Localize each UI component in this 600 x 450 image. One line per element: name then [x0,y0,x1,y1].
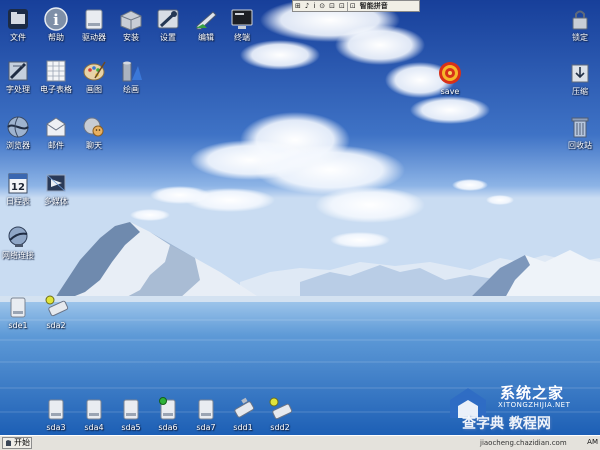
desktop: ⊞ ♪ ⅰ ⊙ ⊡ ⊡ ⊡ 智能拼音 文件 i 帮助 驱动器 安装 设置 编辑 … [0,0,600,450]
desktop-icon-sdd2[interactable]: sdd2 [256,396,304,433]
tray-text: jiaocheng.chazidian.com [480,439,567,447]
drive-icon [86,399,102,420]
desktop-icon-compress[interactable]: 压缩 [556,60,600,97]
icon-label: 多媒体 [44,197,68,206]
save-target-icon [439,62,461,84]
terminal-icon [231,9,253,29]
start-icon [6,440,11,446]
desktop-icon-terminal[interactable]: 终端 [218,6,266,43]
icon-label: 压缩 [572,87,588,96]
icon-label: 聊天 [86,141,102,150]
icon-label: 回收站 [568,141,592,150]
desktop-icon-save[interactable]: save [426,60,474,97]
ime-punct-icon[interactable]: ⊙ [317,1,327,11]
drive-icon [48,399,64,420]
ime-label: 智能拼音 [359,2,388,10]
drive-mounted-icon [159,397,176,420]
clock[interactable]: AM [587,436,598,449]
word-processor-icon [8,61,28,81]
icon-label: sdd2 [270,423,290,432]
drive-icon [85,9,103,30]
icon-label: 网络连接 [2,251,34,260]
ime-fullwidth-icon[interactable]: ⊡ [327,1,337,11]
icon-label: 锁定 [572,33,588,42]
desktop-icon-network[interactable]: 网络连接 [0,224,42,261]
draw-icon [122,61,142,82]
compress-icon [571,64,589,83]
help-icon: i [44,7,68,31]
watermark-subtitle: XITONGZHIJIA.NET [498,401,571,409]
trash-icon [571,117,589,138]
svg-text:12: 12 [11,182,25,193]
ime-toolbar[interactable]: ⊞ ♪ ⅰ ⊙ ⊡ ⊡ ⊡ 智能拼音 [292,0,420,12]
settings-icon [157,9,179,29]
browser-icon [7,116,29,138]
drive-icon [10,297,26,318]
watermark-title: 系统之家 [500,384,565,402]
chat-icon [83,117,104,137]
edit-icon [196,11,217,30]
desktop-icon-multimedia[interactable]: 多媒体 [32,170,80,207]
mail-icon [46,117,66,137]
start-label: 开始 [14,438,30,447]
desktop-icon-sda2[interactable]: sda2 [32,294,80,331]
usb-drive-icon [45,295,69,317]
desktop-icon-lock[interactable]: 锁定 [556,6,600,43]
taskbar: 开始 jiaocheng.chazidian.com AM [0,435,600,450]
spreadsheet-icon [46,60,66,82]
icon-label: sda2 [46,321,66,330]
desktop-icon-chat[interactable]: 聊天 [70,114,118,151]
icon-label: 绘画 [123,85,139,94]
ime-menu-icon[interactable]: ⊞ [293,1,303,11]
desktop-icon-draw[interactable]: 绘画 [107,58,155,95]
drive-icon [123,399,139,420]
start-button[interactable]: 开始 [2,437,32,449]
ime-softkbd-icon[interactable]: ⊡ [337,1,347,11]
desktop-icon-trash[interactable]: 回收站 [556,114,600,151]
usb-drive-icon [234,397,255,418]
system-tray: jiaocheng.chazidian.com [480,437,598,449]
ime-settings-icon[interactable]: ⊡ [348,1,358,11]
calendar-icon: 12 [8,173,28,194]
svg-text:i: i [53,11,59,29]
usb-drive-mounted-icon [269,397,293,420]
lock-icon [572,10,588,30]
drive-icon [198,399,214,420]
icon-label: 终端 [234,33,250,42]
paint-icon [83,61,106,81]
multimedia-icon [46,174,66,192]
watermark-title-2: 查字典 教程网 [462,416,551,432]
ime-penguin-icon[interactable]: ♪ [303,1,311,11]
folder-icon [8,9,28,29]
icon-label: save [440,87,460,96]
network-icon [8,226,28,247]
install-icon [120,10,142,31]
